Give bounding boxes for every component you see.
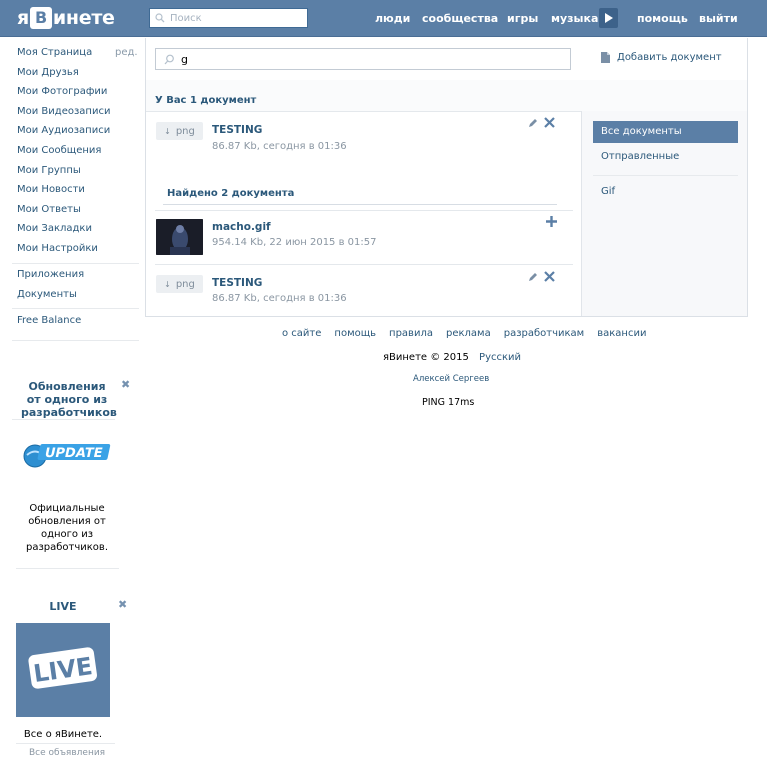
footer-link-help[interactable]: помощь xyxy=(334,328,376,339)
play-icon xyxy=(605,13,613,23)
search-icon xyxy=(155,13,165,23)
sidebar-item-videos[interactable]: Мои Видеозаписи xyxy=(17,104,139,124)
divider xyxy=(163,204,557,205)
update-logo-icon: UPDATE xyxy=(23,444,111,468)
footer-link-jobs[interactable]: вакансии xyxy=(597,328,646,339)
sidebar-divider xyxy=(12,308,139,309)
my-docs-title: У Вас 1 документ xyxy=(155,95,257,106)
found-docs-title: Найдено 2 документа xyxy=(167,188,295,199)
document-meta: 86.87 Kb, сегодня в 01:36 xyxy=(212,293,347,304)
site-logo[interactable]: я Винете xyxy=(17,5,115,31)
thumbnail-image xyxy=(156,219,203,255)
filter-gif[interactable]: Gif xyxy=(593,181,738,203)
footer-links: о сайте помощь правила реклама разработч… xyxy=(282,328,659,339)
live-logo-icon: LIVE xyxy=(28,647,97,689)
ad-divider xyxy=(16,743,115,744)
document-name[interactable]: TESTING xyxy=(212,277,262,289)
filter-divider xyxy=(593,175,738,176)
sidebar-item-bookmarks[interactable]: Мои Закладки xyxy=(17,221,139,241)
ping-status: PING 17ms xyxy=(422,397,475,408)
sidebar-item-documents[interactable]: Документы xyxy=(17,289,77,300)
nav-communities[interactable]: сообщества xyxy=(422,0,498,37)
all-ads-link[interactable]: Все объявления xyxy=(29,748,105,758)
nav-logout[interactable]: выйти xyxy=(699,0,738,37)
ad-update-image[interactable]: UPDATE xyxy=(21,434,113,474)
close-icon[interactable]: ✖ xyxy=(118,598,127,611)
author-link[interactable]: Алексей Сергеев xyxy=(413,374,489,384)
ad-text[interactable]: Официальные обновления от одного из разр… xyxy=(21,502,113,554)
filter-sent[interactable]: Отправленные xyxy=(593,146,738,168)
ad-live-image[interactable]: LIVE xyxy=(16,623,110,717)
sidebar-item-news[interactable]: Мои Новости xyxy=(17,182,139,202)
nav-help[interactable]: помощь xyxy=(637,0,688,37)
edit-icon[interactable] xyxy=(528,272,538,285)
footer-link-about[interactable]: о сайте xyxy=(282,328,321,339)
sidebar-item-free-balance[interactable]: Free Balance xyxy=(17,315,81,326)
logo-box-letter: В xyxy=(29,7,52,29)
logo-text-right: инете xyxy=(52,7,115,29)
ad-text[interactable]: Все о яВинете. xyxy=(16,728,110,741)
document-name[interactable]: macho.gif xyxy=(212,221,271,233)
ad-divider xyxy=(12,419,115,420)
footer-link-ads[interactable]: реклама xyxy=(446,328,491,339)
document-name[interactable]: TESTING xyxy=(212,124,262,136)
footer-link-developers[interactable]: разработчикам xyxy=(504,328,585,339)
ad-title[interactable]: Обновления от одного из разработчиков xyxy=(21,380,117,419)
add-document-button[interactable]: Добавить документ xyxy=(601,52,722,63)
search-icon xyxy=(164,54,174,64)
documents-search-input[interactable] xyxy=(181,52,561,66)
sidebar-item-messages[interactable]: Мои Сообщения xyxy=(17,143,139,163)
delete-icon[interactable] xyxy=(544,117,555,131)
sidebar-item-friends[interactable]: Мои Друзья xyxy=(17,65,139,85)
sidebar-item-apps[interactable]: Приложения xyxy=(17,269,84,280)
delete-icon[interactable] xyxy=(544,271,555,285)
svg-text:UPDATE: UPDATE xyxy=(43,446,104,461)
global-search-input[interactable] xyxy=(170,12,300,24)
download-arrow-icon: ↓ xyxy=(164,279,171,289)
file-type-badge[interactable]: ↓ png xyxy=(156,122,203,140)
gif-thumbnail[interactable] xyxy=(156,219,203,255)
nav-people[interactable]: люди xyxy=(375,0,410,37)
logo-text-left: я xyxy=(17,7,29,29)
sidebar-edit-link[interactable]: ред. xyxy=(115,47,138,58)
filter-menu: Все документы Отправленные Gif xyxy=(581,111,747,316)
top-header: яВинете люди сообщества игры музыка помо… xyxy=(0,0,767,37)
filter-all-documents[interactable]: Все документы xyxy=(593,121,738,143)
add-icon[interactable] xyxy=(546,216,557,230)
sidebar-divider xyxy=(12,263,139,264)
language-link[interactable]: Русский xyxy=(479,352,521,363)
sidebar-item-photos[interactable]: Мои Фотографии xyxy=(17,84,139,104)
edit-icon[interactable] xyxy=(528,118,538,131)
documents-search[interactable] xyxy=(155,48,571,70)
ad-divider xyxy=(16,568,119,569)
left-sidebar: Моя Страница Мои Друзья Мои Фотографии М… xyxy=(17,45,139,261)
divider xyxy=(155,210,573,211)
sidebar-divider xyxy=(12,340,139,341)
divider xyxy=(155,264,573,265)
sidebar-item-answers[interactable]: Мои Ответы xyxy=(17,202,139,222)
nav-music[interactable]: музыка xyxy=(551,0,598,37)
sidebar-item-settings[interactable]: Мои Настройки xyxy=(17,241,139,261)
music-play-button[interactable] xyxy=(599,8,618,28)
copyright: яВинете © 2015 Русский xyxy=(383,352,522,363)
document-icon xyxy=(601,52,610,63)
global-search[interactable] xyxy=(149,8,308,28)
close-icon[interactable]: ✖ xyxy=(121,378,130,391)
document-meta: 86.87 Kb, сегодня в 01:36 xyxy=(212,141,347,152)
ad-title[interactable]: LIVE xyxy=(16,600,110,613)
sidebar-item-groups[interactable]: Мои Группы xyxy=(17,163,139,183)
file-type-badge[interactable]: ↓ png xyxy=(156,275,203,293)
sidebar-item-audio[interactable]: Мои Аудиозаписи xyxy=(17,123,139,143)
download-arrow-icon: ↓ xyxy=(164,126,171,136)
nav-games[interactable]: игры xyxy=(507,0,538,37)
footer-link-rules[interactable]: правила xyxy=(389,328,433,339)
document-meta: 954.14 Kb, 22 июн 2015 в 01:57 xyxy=(212,237,377,248)
